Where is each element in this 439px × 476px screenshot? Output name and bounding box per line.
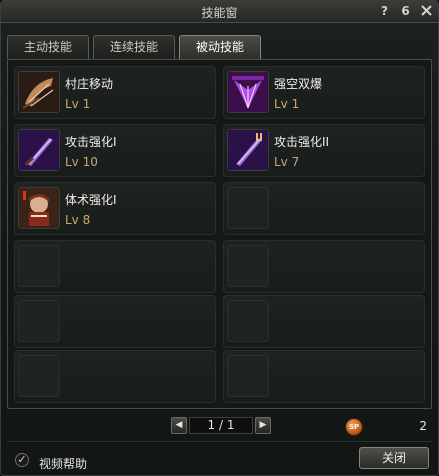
next-page-button[interactable]: ▶ [255,417,271,434]
empty-skill-slot [223,182,425,235]
empty-slot-icon [227,187,269,229]
skill-level: Lv 7 [274,155,300,169]
page-indicator: 1 / 1 [189,417,253,434]
pin-icon[interactable]: 6 [398,4,413,19]
skill-slot[interactable]: 攻击强化I Lv 10 [14,124,216,177]
skill-slot[interactable]: 攻击强化II Lv 7 [223,124,425,177]
page-navigator: ◀ 1 / 1 ▶ [171,417,271,435]
sp-value: 2 [419,419,427,433]
skill-slot[interactable]: 强空双爆 Lv 1 [223,66,425,119]
sp-icon: SP [345,418,363,436]
empty-skill-slot [223,350,425,403]
skill-name: 体术强化I [65,193,117,207]
empty-slot-icon [227,245,269,287]
tab-passive-skills[interactable]: 被动技能 [179,35,261,59]
purple-wing-icon[interactable] [227,71,269,113]
sword-attack-icon[interactable] [18,129,60,171]
empty-skill-slot [14,240,216,293]
help-icon[interactable]: ? [377,4,392,19]
title-bar[interactable]: 技能窗 ? 6 [1,1,438,23]
footer-divider [7,441,432,442]
skill-name: 攻击强化II [274,135,330,149]
empty-skill-slot [14,295,216,348]
skill-name: 强空双爆 [274,77,323,91]
empty-slot-icon [227,355,269,397]
empty-slot-icon [18,245,60,287]
empty-slot-icon [18,300,60,342]
skill-window: 技能窗 ? 6 主动技能 连续技能 被动技能 村庄移动 Lv 1 强空双爆 Lv… [0,0,439,476]
empty-skill-slot [223,295,425,348]
skill-slot[interactable]: 村庄移动 Lv 1 [14,66,216,119]
skill-slot[interactable]: 体术强化I Lv 8 [14,182,216,235]
skill-level: Lv 1 [274,97,300,111]
sword-attack-icon[interactable] [227,129,269,171]
close-button[interactable]: 关闭 [359,447,429,469]
window-title: 技能窗 [201,6,238,20]
empty-skill-slot [223,240,425,293]
tab-active-skills[interactable]: 主动技能 [7,35,89,59]
boot-speed-icon[interactable] [18,71,60,113]
skill-name: 村庄移动 [65,77,114,91]
close-x-glyph [421,5,432,16]
skill-level: Lv 1 [65,97,91,111]
tab-combo-skills[interactable]: 连续技能 [93,35,175,59]
skill-level: Lv 10 [65,155,98,169]
empty-slot-icon [18,355,60,397]
prev-page-button[interactable]: ◀ [171,417,187,434]
fighter-portrait-icon[interactable] [18,187,60,229]
skill-list-panel: 村庄移动 Lv 1 强空双爆 Lv 1 攻击强化I Lv 10 攻击强化II L… [7,59,432,409]
close-icon[interactable] [419,4,434,19]
skill-name: 攻击强化I [65,135,117,149]
skill-level: Lv 8 [65,213,91,227]
video-help-label[interactable]: 视频帮助 [39,455,87,472]
empty-skill-slot [14,350,216,403]
video-help-checkbox[interactable]: ✓ [15,453,29,467]
empty-slot-icon [227,300,269,342]
